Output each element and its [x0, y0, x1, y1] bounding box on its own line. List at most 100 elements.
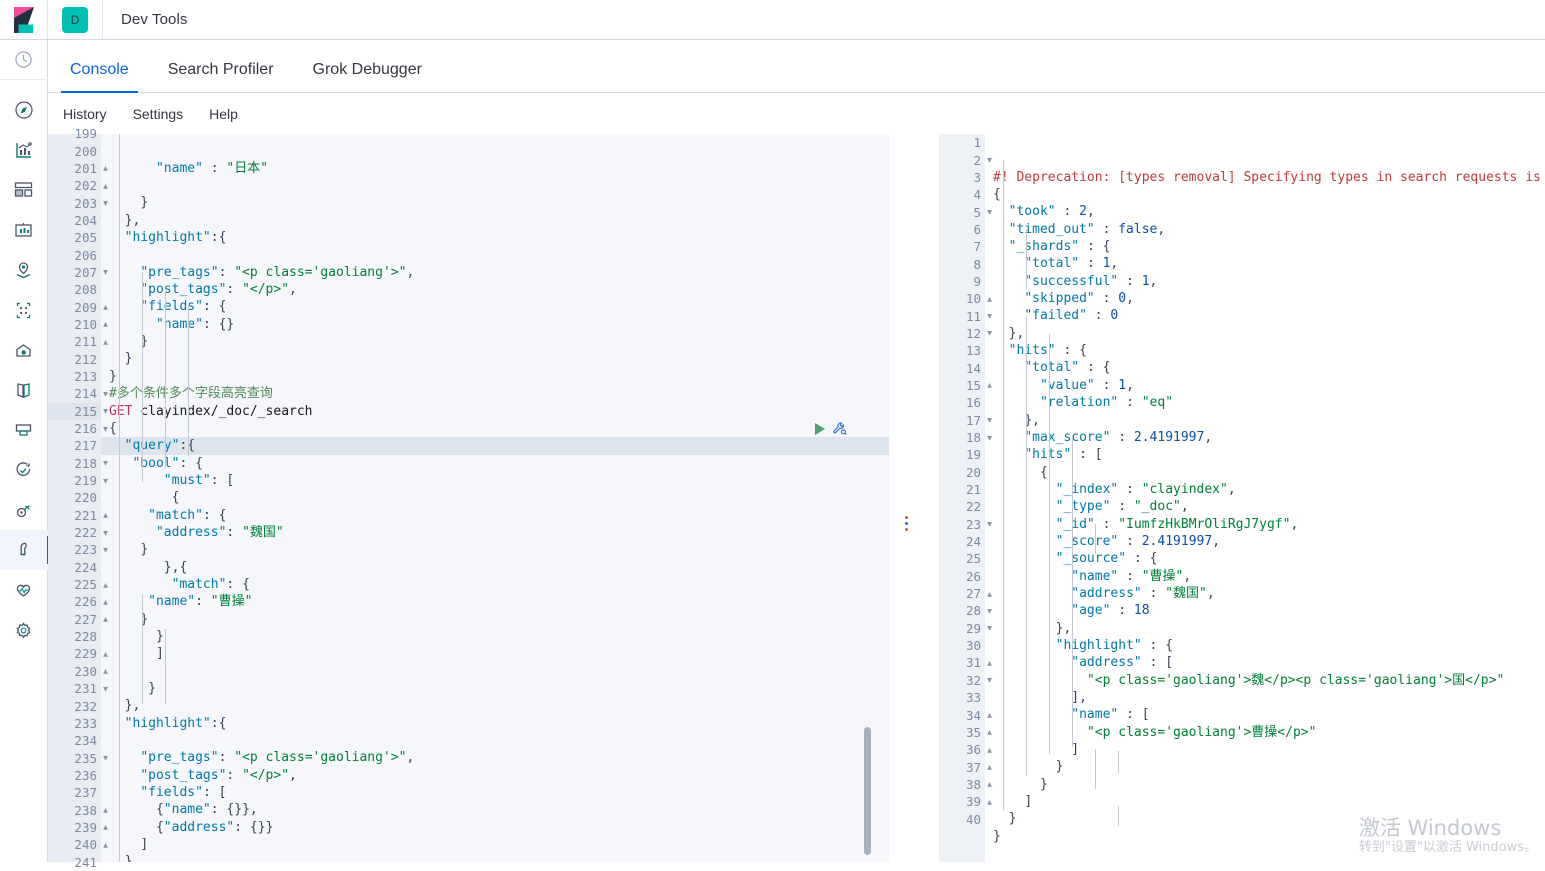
code-line[interactable]: ]: [101, 645, 889, 662]
sidebar-item-maps[interactable]: [0, 250, 48, 290]
response-viewer[interactable]: 12▼345▼678910▲11▼12▼131415▲1617▼18▼19202…: [939, 134, 1545, 862]
tab-grok-debugger[interactable]: Grok Debugger: [304, 61, 431, 92]
indent-guide: [119, 134, 120, 862]
tab-search-profiler[interactable]: Search Profiler: [159, 61, 283, 92]
sidebar-item-dashboard[interactable]: [0, 170, 48, 210]
code-line[interactable]: "address": "魏国": [101, 524, 889, 541]
code-line[interactable]: [101, 177, 889, 194]
code-line: "address" : "魏国",: [985, 585, 1545, 602]
line-number: 202▲: [48, 177, 101, 194]
line-number: 228: [48, 628, 101, 645]
submenu-history[interactable]: History: [63, 106, 107, 122]
code-line[interactable]: "pre_tags": "<p class='gaoliang'>",: [101, 749, 889, 766]
code-line[interactable]: },: [101, 697, 889, 714]
splitter-grip-icon[interactable]: [905, 516, 908, 531]
tab-console[interactable]: Console: [61, 61, 138, 92]
code-line[interactable]: "must": [: [101, 472, 889, 489]
line-number: 212: [48, 350, 101, 367]
code-line[interactable]: "post_tags": "</p>",: [101, 281, 889, 298]
sidebar-item-logs[interactable]: [0, 370, 48, 410]
heart-pulse-icon: [13, 580, 34, 601]
code-line[interactable]: }: [101, 333, 889, 350]
code-line[interactable]: }: [101, 611, 889, 628]
sidebar-item-discover[interactable]: [0, 90, 48, 130]
code-line[interactable]: {"address": {}}: [101, 819, 889, 836]
submenu-settings[interactable]: Settings: [133, 106, 184, 122]
line-number: 11▼: [939, 307, 985, 324]
sidebar-item-canvas[interactable]: [0, 210, 48, 250]
code-line[interactable]: }: [101, 350, 889, 367]
code-line[interactable]: GET clayindex/_doc/_search: [101, 403, 889, 420]
sidebar-item-visualize[interactable]: [0, 130, 48, 170]
kibana-logo-icon[interactable]: [0, 0, 48, 39]
line-number: 201▲: [48, 160, 101, 177]
code-line: "successful" : 1,: [985, 273, 1545, 290]
code-line[interactable]: },{: [101, 559, 889, 576]
code-line[interactable]: "highlight":{: [101, 229, 889, 246]
sidebar-item-management[interactable]: [0, 610, 48, 650]
pane-splitter[interactable]: [889, 134, 939, 862]
line-number: 19: [939, 446, 985, 463]
request-editor[interactable]: 199200201▲202▲203▼204205206207▼208209▲21…: [48, 134, 889, 862]
code-line[interactable]: }: [101, 368, 889, 385]
code-line[interactable]: },: [101, 212, 889, 229]
sidebar-item-recently-viewed[interactable]: [0, 40, 48, 80]
request-code[interactable]: "name" : "日本" } }, "highlight":{ "pre_ta…: [101, 134, 889, 862]
submenu-help[interactable]: Help: [209, 106, 238, 122]
line-number: 8: [939, 255, 985, 272]
code-line[interactable]: "name": {}: [101, 316, 889, 333]
code-line[interactable]: {: [101, 489, 889, 506]
line-number: 224: [48, 559, 101, 576]
sidebar-item-infrastructure[interactable]: [0, 330, 48, 370]
code-line[interactable]: "pre_tags": "<p class='gaoliang'>",: [101, 264, 889, 281]
code-line: "age" : 18: [985, 602, 1545, 619]
line-number: 39▲: [939, 793, 985, 810]
indent-guide: [1095, 749, 1096, 789]
code-line: },: [985, 620, 1545, 637]
line-number: 225▲: [48, 576, 101, 593]
code-line[interactable]: "query":{: [101, 437, 889, 454]
code-line: {: [985, 186, 1545, 203]
code-line[interactable]: [101, 663, 889, 680]
code-line[interactable]: [101, 246, 889, 263]
line-number: 240▲: [48, 836, 101, 853]
code-line[interactable]: {"name": {}},: [101, 801, 889, 818]
code-line: "_id" : "IumfzHkBMrOliRgJ7ygf",: [985, 516, 1545, 533]
sidebar-item-siem[interactable]: [0, 490, 48, 530]
code-line[interactable]: "highlight":{: [101, 715, 889, 732]
sidebar-item-machine-learning[interactable]: [0, 290, 48, 330]
code-line[interactable]: #多个条件多个字段高亮查询: [101, 385, 889, 402]
code-line[interactable]: }: [101, 628, 889, 645]
line-number: 223▼: [48, 541, 101, 558]
sidebar-item-monitoring[interactable]: [0, 570, 48, 610]
code-line: ],: [985, 689, 1545, 706]
code-line: }: [985, 828, 1545, 845]
code-line[interactable]: ]: [101, 836, 889, 853]
sidebar-item-dev-tools[interactable]: [0, 530, 48, 570]
sidebar-item-uptime[interactable]: [0, 450, 48, 490]
sidebar-item-apm[interactable]: [0, 410, 48, 450]
line-number: 18▼: [939, 429, 985, 446]
code-line[interactable]: }: [101, 680, 889, 697]
code-line[interactable]: "fields": {: [101, 298, 889, 315]
code-line[interactable]: "name": "曹操": [101, 593, 889, 610]
line-number: 28▼: [939, 602, 985, 619]
console-body: 199200201▲202▲203▼204205206207▼208209▲21…: [48, 134, 1545, 862]
code-line[interactable]: }: [101, 853, 889, 862]
code-line[interactable]: "match": {: [101, 507, 889, 524]
code-line[interactable]: }: [101, 194, 889, 211]
code-line[interactable]: "name" : "日本": [101, 160, 889, 177]
ml-nodes-icon: [13, 300, 34, 321]
code-line[interactable]: }: [101, 541, 889, 558]
code-line[interactable]: [101, 732, 889, 749]
request-scrollbar-thumb[interactable]: [864, 727, 871, 855]
code-line[interactable]: {: [101, 420, 889, 437]
code-line[interactable]: "fields": [: [101, 784, 889, 801]
code-line: "_shards" : {: [985, 238, 1545, 255]
code-line[interactable]: "bool": {: [101, 455, 889, 472]
indent-guide: [1026, 316, 1027, 776]
code-line: "max_score" : 2.4191997,: [985, 429, 1545, 446]
code-line[interactable]: "post_tags": "</p>",: [101, 767, 889, 784]
code-line: "relation" : "eq": [985, 394, 1545, 411]
code-line[interactable]: "match": {: [101, 576, 889, 593]
